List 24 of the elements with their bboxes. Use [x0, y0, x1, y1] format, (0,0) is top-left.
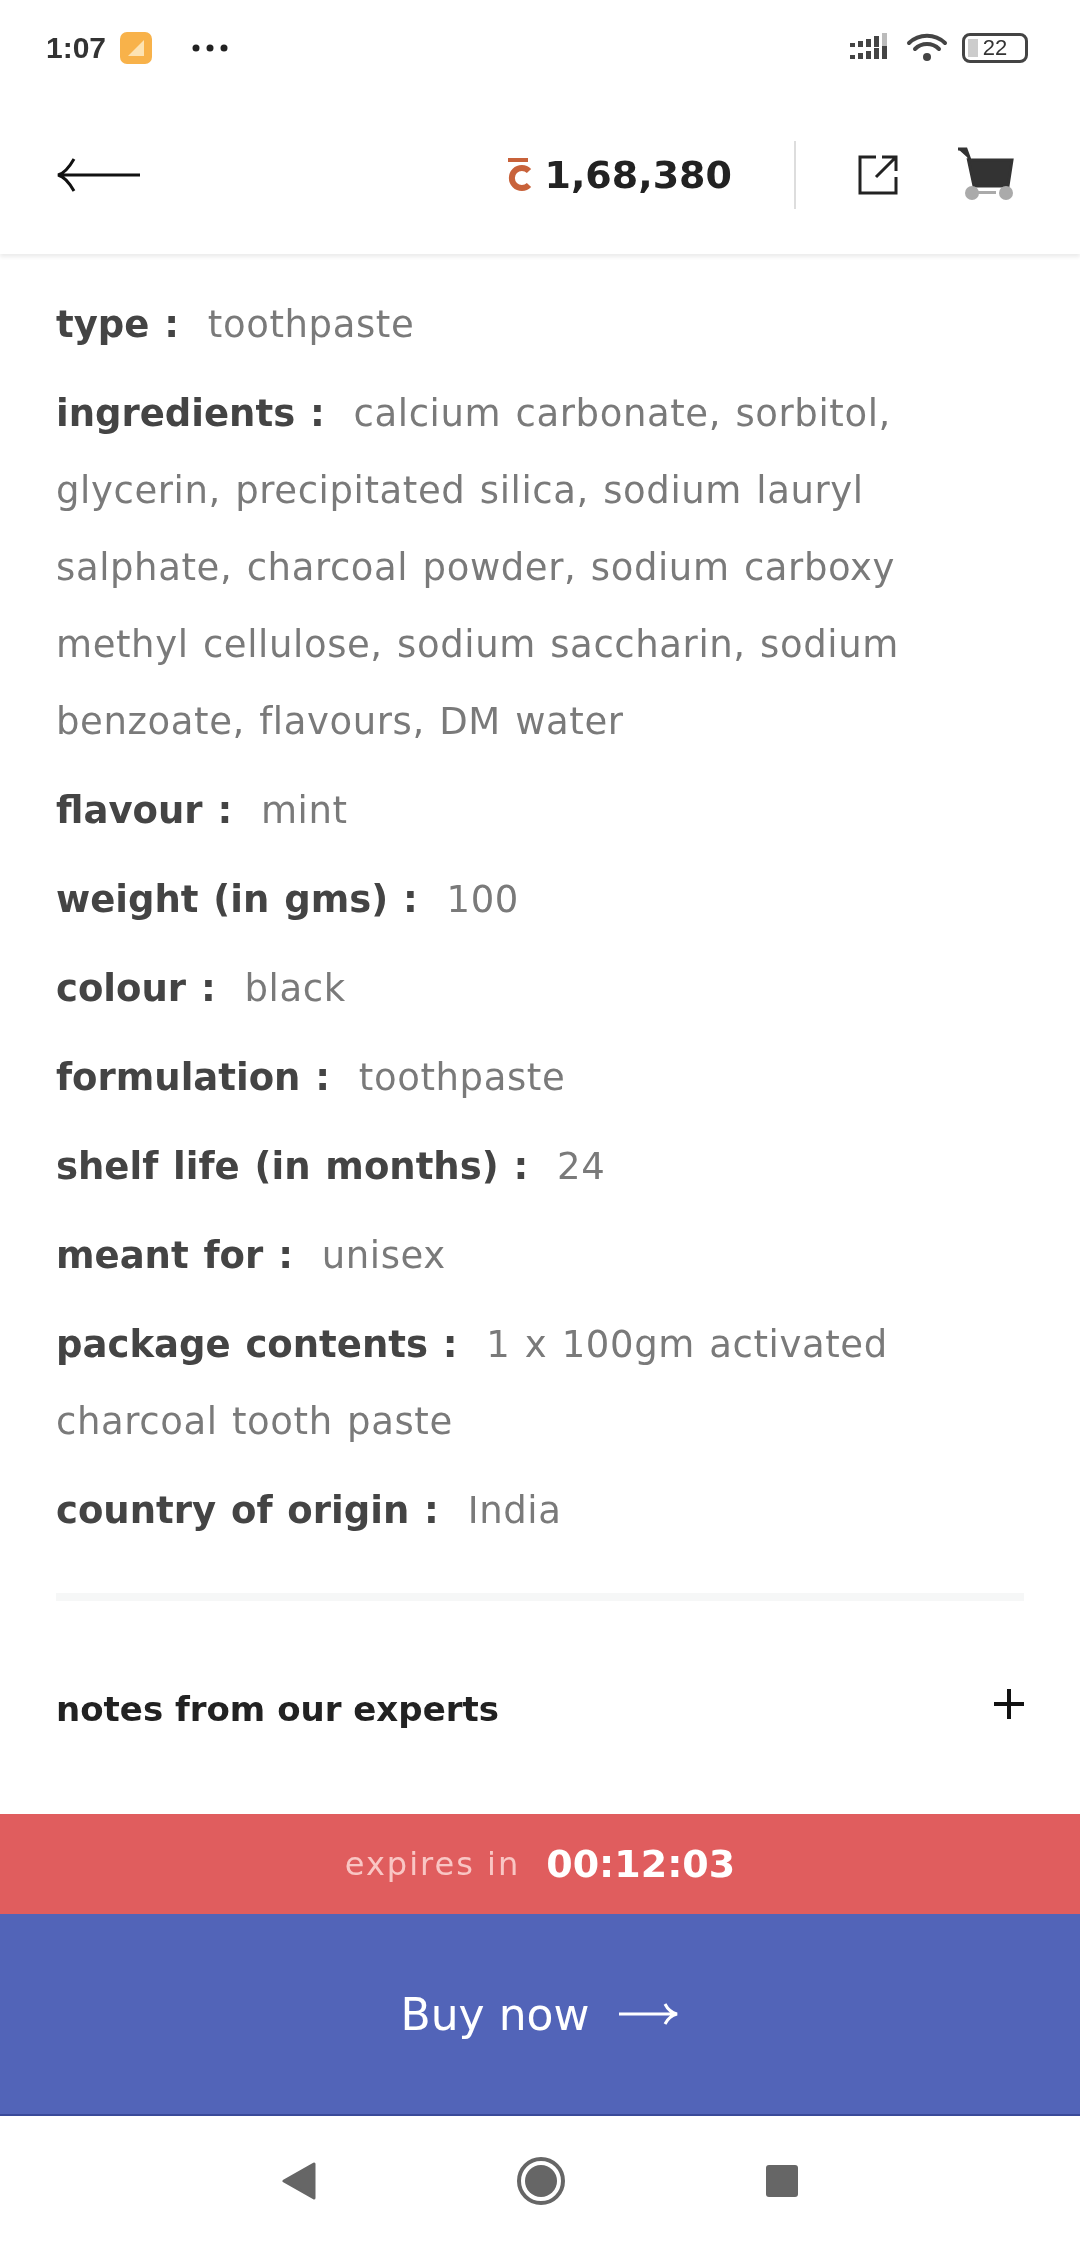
coin-balance: 1,68,380 — [544, 153, 732, 197]
spec-row-text: shelf life (in months) : 24 — [56, 1144, 607, 1190]
notification-icon — [120, 32, 153, 64]
spec-row-text: weight (in gms) : 100 — [56, 877, 520, 923]
battery-icon: 22 — [962, 33, 1028, 63]
spec-row-text: flavour : mint — [56, 788, 349, 834]
more-icon — [192, 44, 229, 52]
buy-now-button[interactable]: Buy now — [0, 1914, 1080, 2116]
spec-row-text: formulation : toothpaste — [56, 1055, 567, 1101]
status-time: 1:07 — [46, 31, 107, 65]
spec-row-text: type : toothpaste — [56, 302, 416, 348]
plus-icon[interactable] — [994, 1689, 1024, 1719]
timer-value: 00:12:03 — [546, 1842, 736, 1886]
home-icon[interactable] — [516, 2156, 566, 2206]
spec-row-text: meant for : unisex — [56, 1233, 447, 1279]
wifi-icon — [906, 32, 948, 64]
section-title[interactable]: notes from our experts — [56, 1689, 499, 1729]
arrow-right-icon — [619, 2002, 680, 2026]
back-icon[interactable] — [282, 2162, 316, 2200]
spec-row-text: colour : black — [56, 966, 347, 1012]
spec-row-text: country of origin : India — [56, 1488, 563, 1534]
spec-row-text: package contents : 1 x 100gm activated charcoal tooth paste — [56, 1322, 889, 1445]
timer-label: expires in — [344, 1845, 521, 1883]
share-icon[interactable] — [858, 155, 898, 195]
